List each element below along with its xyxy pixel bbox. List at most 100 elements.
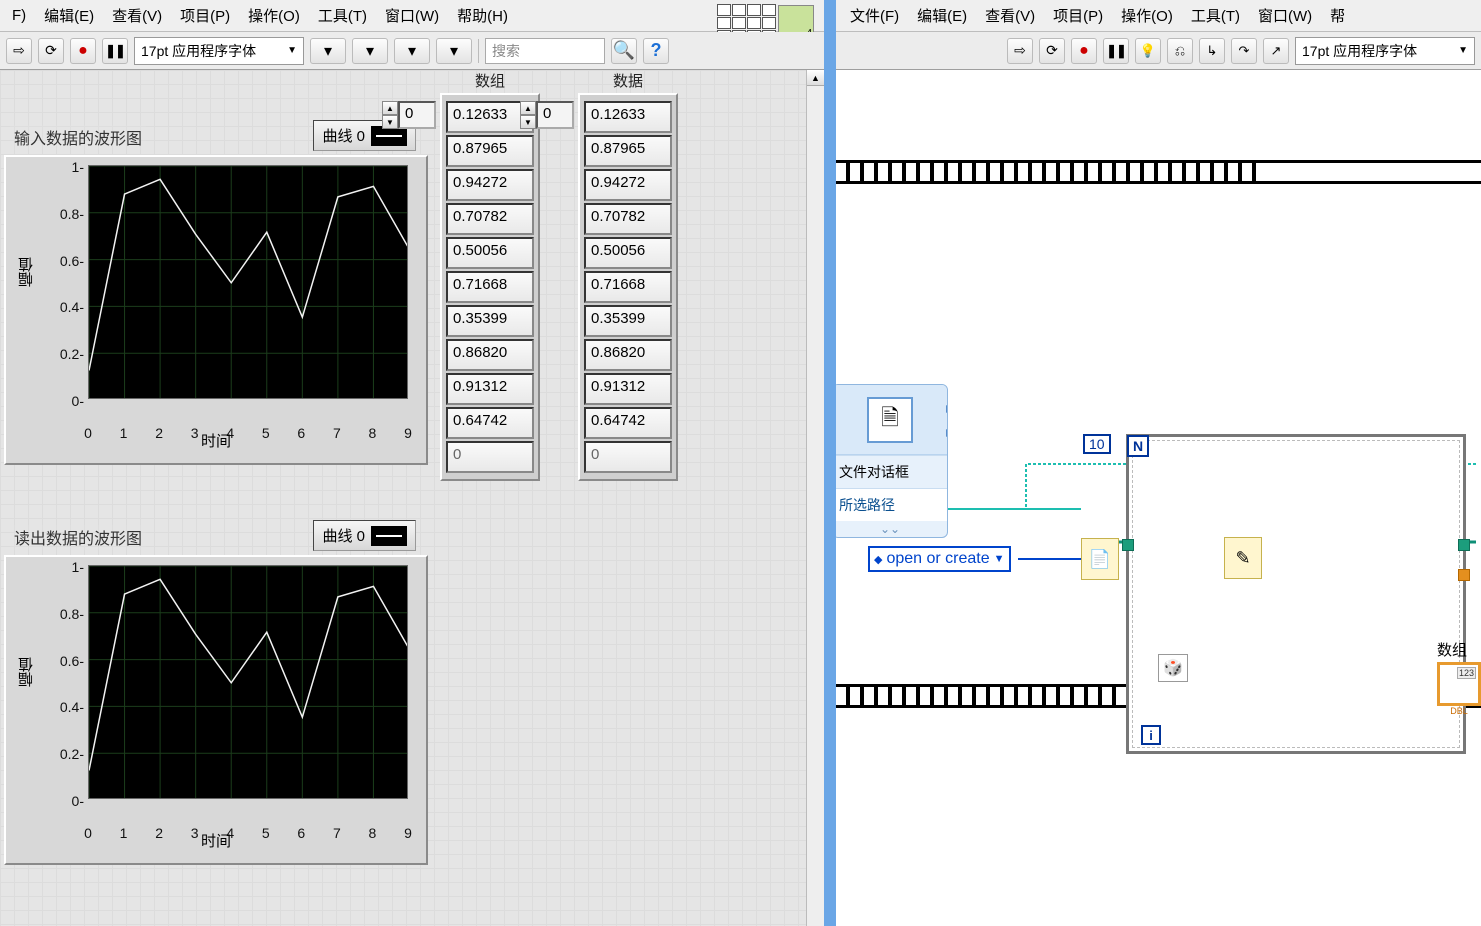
array-cell[interactable]: 0.70782 [584, 203, 672, 235]
loop-i-terminal: i [1141, 725, 1161, 745]
resize-menu[interactable]: ▾ [394, 38, 430, 64]
distribute-menu[interactable]: ▾ [352, 38, 388, 64]
retain-wire-icon[interactable]: ⎌ [1167, 38, 1193, 64]
run-button[interactable]: ⇨ [1007, 38, 1033, 64]
chart-input-title: 输入数据的波形图 [10, 125, 146, 150]
output-terminal-icon [946, 405, 948, 413]
array-cell[interactable]: 0.91312 [584, 373, 672, 405]
spinner-down-icon[interactable]: ▼ [382, 115, 398, 129]
menu-operate[interactable]: 操作(O) [1113, 1, 1181, 30]
font-selector[interactable]: 17pt 应用程序字体 ▼ [134, 37, 304, 65]
array-input-cells: 0.126330.879650.942720.707820.500560.716… [440, 93, 540, 481]
font-selector[interactable]: 17pt 应用程序字体 ▼ [1295, 37, 1475, 65]
loop-tunnel-out [1458, 539, 1470, 551]
chart-output-legend[interactable]: 曲线 0 [313, 520, 416, 551]
array-cell[interactable]: 0.86820 [584, 339, 672, 371]
array-indicator-terminal[interactable]: 数组 DBL [1437, 639, 1481, 716]
menu-file[interactable]: 文件(F) [842, 1, 907, 30]
for-loop-structure[interactable]: 10 N i ✎ [1126, 434, 1466, 754]
run-cont-button[interactable]: ⟳ [1039, 38, 1065, 64]
array-cell-empty[interactable]: 0 [584, 441, 672, 473]
abort-button[interactable]: ● [70, 38, 96, 64]
highlight-exec-icon[interactable]: 💡 [1135, 38, 1161, 64]
step-over-icon[interactable]: ↷ [1231, 38, 1257, 64]
array-cell[interactable]: 0.64742 [584, 407, 672, 439]
menu-window[interactable]: 窗口(W) [377, 1, 447, 30]
expand-chevrons-icon[interactable]: ⌄⌄ [836, 521, 947, 537]
open-file-icon: 📄 [1088, 545, 1112, 573]
abort-button[interactable]: ● [1071, 38, 1097, 64]
sequence-frame[interactable]: 🗎 文件对话框 所选路径 ⌄⌄ ◆ open or create ▼ 📄 10 … [836, 184, 1481, 684]
align-menu[interactable]: ▾ [310, 38, 346, 64]
loop-tunnel-in [1122, 539, 1134, 551]
array-cell[interactable]: 0.71668 [584, 271, 672, 303]
array-input-index-value[interactable]: 0 [398, 101, 436, 129]
indicator-label: 数组 [1437, 639, 1481, 660]
array-cell[interactable]: 0.50056 [584, 237, 672, 269]
run-cont-button[interactable]: ⟳ [38, 38, 64, 64]
spinner-up-icon[interactable]: ▲ [520, 101, 536, 115]
spinner-up-icon[interactable]: ▲ [382, 101, 398, 115]
array-cell[interactable]: 0.50056 [446, 237, 534, 269]
file-dialog-express-vi[interactable]: 🗎 文件对话框 所选路径 ⌄⌄ [836, 384, 948, 538]
step-out-icon[interactable]: ↗ [1263, 38, 1289, 64]
array-cell[interactable]: 0.35399 [446, 305, 534, 337]
menubar-left: F) 编辑(E) 查看(V) 项目(P) 操作(O) 工具(T) 窗口(W) 帮… [0, 0, 824, 32]
write-file-function[interactable]: ✎ [1224, 537, 1262, 579]
array-cell[interactable]: 0.12633 [584, 101, 672, 133]
reorder-menu[interactable]: ▾ [436, 38, 472, 64]
array-input-index-spinner[interactable]: ▲ ▼ 0 [382, 101, 436, 129]
open-create-enum[interactable]: ◆ open or create ▼ [868, 546, 1011, 572]
array-cell[interactable]: 0.91312 [446, 373, 534, 405]
search-icon[interactable]: 🔍 [611, 38, 637, 64]
menu-operate[interactable]: 操作(O) [240, 1, 308, 30]
array-output-cells: 0.126330.879650.942720.707820.500560.716… [578, 93, 678, 481]
menu-edit[interactable]: 编辑(E) [909, 1, 975, 30]
legend-label: 曲线 0 [322, 525, 365, 546]
vertical-scrollbar[interactable]: ▲ [806, 70, 824, 926]
menu-project[interactable]: 项目(P) [172, 1, 238, 30]
loop-count-constant[interactable]: 10 [1083, 434, 1111, 454]
menu-file[interactable]: F) [4, 3, 34, 28]
block-diagram-body: 🗎 文件对话框 所选路径 ⌄⌄ ◆ open or create ▼ 📄 10 … [836, 70, 1481, 926]
step-into-icon[interactable]: ↳ [1199, 38, 1225, 64]
array-cell[interactable]: 0.87965 [584, 135, 672, 167]
menu-view[interactable]: 查看(V) [104, 1, 170, 30]
menu-project[interactable]: 项目(P) [1045, 1, 1111, 30]
chart-input-plot[interactable] [88, 165, 408, 399]
array-input-label: 数组 [440, 70, 540, 91]
array-input-column: 数组 ▲ ▼ 0 0.126330.879650.942720.707820.5… [440, 70, 540, 481]
menu-tools[interactable]: 工具(T) [310, 1, 375, 30]
chart-output-plot[interactable] [88, 565, 408, 799]
array-output-index-spinner[interactable]: ▲ ▼ 0 [520, 101, 574, 129]
array-cell[interactable]: 0.64742 [446, 407, 534, 439]
open-file-function[interactable]: 📄 [1081, 538, 1119, 580]
array-cell[interactable]: 0.87965 [446, 135, 534, 167]
array-cell[interactable]: 0.70782 [446, 203, 534, 235]
block-diagram-window: 文件(F) 编辑(E) 查看(V) 项目(P) 操作(O) 工具(T) 窗口(W… [830, 0, 1481, 926]
array-output-index-value[interactable]: 0 [536, 101, 574, 129]
array-cell[interactable]: 0.94272 [446, 169, 534, 201]
array-cell[interactable]: 0.86820 [446, 339, 534, 371]
array-cell[interactable]: 0.35399 [584, 305, 672, 337]
pause-button[interactable]: ❚❚ [102, 38, 128, 64]
random-number-function[interactable]: 🎲 [1158, 654, 1188, 682]
run-button[interactable]: ⇨ [6, 38, 32, 64]
context-help-icon[interactable]: ? [643, 38, 669, 64]
menu-help[interactable]: 帮 [1322, 1, 1353, 30]
menu-tools[interactable]: 工具(T) [1183, 1, 1248, 30]
menu-edit[interactable]: 编辑(E) [36, 1, 102, 30]
menu-window[interactable]: 窗口(W) [1250, 1, 1320, 30]
menu-help[interactable]: 帮助(H) [449, 1, 516, 30]
array-cell[interactable]: 0.94272 [584, 169, 672, 201]
array-cell[interactable]: 0.71668 [446, 271, 534, 303]
search-input[interactable]: 搜索 [485, 38, 605, 64]
pause-button[interactable]: ❚❚ [1103, 38, 1129, 64]
array-cell-empty[interactable]: 0 [446, 441, 534, 473]
search-placeholder: 搜索 [492, 41, 520, 61]
express-vi-output-selected[interactable]: 所选路径 [836, 488, 947, 521]
legend-label: 曲线 0 [322, 125, 365, 146]
spinner-down-icon[interactable]: ▼ [520, 115, 536, 129]
scrollbar-up-icon[interactable]: ▲ [807, 70, 824, 86]
menu-view[interactable]: 查看(V) [977, 1, 1043, 30]
